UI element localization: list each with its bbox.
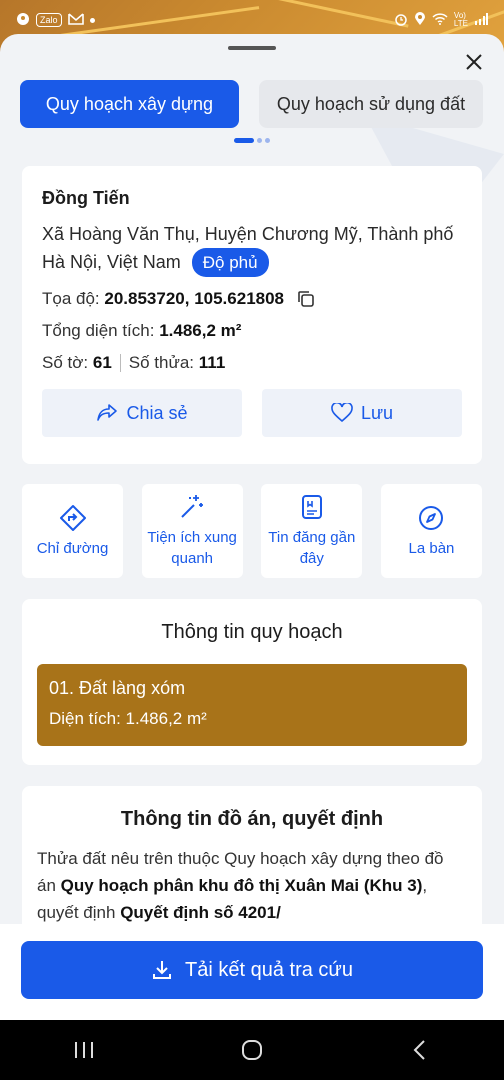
bottom-sheet: Quy hoạch xây dựng Quy hoạch sử dụng đất… (0, 34, 504, 1020)
area-value: 1.486,2 m² (159, 321, 242, 340)
area-label: Tổng diện tích: (42, 321, 155, 340)
home-icon (242, 1040, 262, 1060)
project-description: Thửa đất nêu trên thuộc Quy hoạch xây dự… (37, 845, 467, 926)
quick-nearby-label: Tiện ích xung quanh (147, 529, 237, 567)
sheet-value: 61 (92, 353, 112, 372)
recent-apps-button[interactable] (54, 1030, 114, 1070)
quick-listings-label: Tin đăng gần đây (268, 529, 356, 567)
tab-construction-planning[interactable]: Quy hoạch xây dựng (20, 80, 239, 128)
tab-land-use-planning[interactable]: Quy hoạch sử dụng đất (259, 80, 483, 128)
signal-icon (474, 12, 488, 28)
planning-item-area: Diện tích: 1.486,2 m² (49, 709, 207, 728)
recent-apps-icon (75, 1042, 93, 1058)
quick-listings[interactable]: Tin đăng gần đây (261, 484, 363, 578)
planning-item[interactable]: 01. Đất làng xóm Diện tích: 1.486,2 m² (37, 664, 467, 746)
sheet-parcel-row: Số tờ: 61 Số thửa: 111 (42, 353, 462, 373)
planning-title: Thông tin quy hoạch (161, 621, 343, 643)
download-icon (153, 961, 172, 979)
map-icon (16, 12, 30, 29)
quick-directions[interactable]: Chỉ đường (22, 484, 123, 578)
close-button[interactable] (460, 48, 488, 76)
address: Xã Hoàng Văn Thụ, Huyện Chương Mỹ, Thành… (42, 221, 462, 277)
directions-icon (59, 504, 86, 531)
place-name: Đồng Tiến (42, 188, 130, 208)
quick-actions: Chỉ đường Tiện ích xung quanh Tin đăng g… (22, 484, 482, 578)
save-button[interactable]: Lưu (262, 389, 462, 437)
zalo-icon: Zalo (36, 13, 62, 27)
volte-icon: Vo) LTE (453, 11, 468, 28)
parcel-value: 111 (198, 353, 226, 372)
save-label: Lưu (360, 402, 394, 423)
back-button[interactable] (390, 1030, 450, 1070)
sheet-label: Số tờ: (42, 353, 89, 372)
project-title: Thông tin đồ án, quyết định (120, 808, 384, 830)
quick-directions-label: Chỉ đường (36, 539, 109, 557)
wifi-icon (432, 12, 448, 28)
quick-compass[interactable]: La bàn (380, 484, 482, 578)
parcel-label: Số thửa: (128, 353, 195, 372)
quick-nearby[interactable]: Tiện ích xung quanh (141, 484, 243, 578)
download-label: Tải kết quả tra cứu (185, 958, 353, 981)
back-icon (413, 1040, 425, 1060)
share-label: Chia sẻ (126, 402, 188, 423)
heart-icon (331, 403, 353, 423)
quick-compass-label: La bàn (408, 539, 455, 557)
coord-label: Tọa độ: (42, 289, 100, 308)
bottom-action-bar: Tải kết quả tra cứu (0, 924, 504, 1020)
alarm-icon (394, 12, 408, 29)
download-results-button[interactable]: Tải kết quả tra cứu (21, 941, 483, 999)
compass-icon (419, 505, 444, 530)
project-decision: Quyết định số 4201/ (120, 903, 281, 922)
sparkle-icon (181, 495, 204, 518)
close-icon (466, 54, 482, 70)
planning-item-title: 01. Đất làng xóm (49, 678, 186, 698)
project-plan-name: Quy hoạch phân khu đô thị Xuân Mai (Khu … (60, 876, 423, 895)
coord-value: 20.853720, 105.621808 (104, 289, 285, 308)
dot-icon (89, 17, 95, 23)
area-row: Tổng diện tích: 1.486,2 m² (42, 321, 462, 341)
planning-tabs: Quy hoạch xây dựng Quy hoạch sử dụng đất (20, 80, 483, 128)
share-button[interactable]: Chia sẻ (42, 389, 242, 437)
home-button[interactable] (222, 1030, 282, 1070)
listing-icon (301, 495, 322, 519)
coverage-badge[interactable]: Độ phủ (191, 248, 269, 277)
planning-info-card: Thông tin quy hoạch 01. Đất làng xóm Diệ… (22, 599, 482, 765)
copy-icon[interactable] (296, 289, 316, 309)
sheet-grabber[interactable] (228, 46, 276, 50)
parcel-info-card: Đồng Tiến Xã Hoàng Văn Thụ, Huyện Chương… (22, 166, 482, 464)
location-icon (414, 11, 426, 29)
gmail-icon (67, 12, 84, 28)
system-navigation-bar (0, 1020, 504, 1080)
share-icon (97, 404, 118, 421)
coordinates-row: Tọa độ: 20.853720, 105.621808 (42, 289, 462, 309)
card-actions: Chia sẻ Lưu (42, 389, 462, 437)
page-indicator (234, 138, 270, 143)
